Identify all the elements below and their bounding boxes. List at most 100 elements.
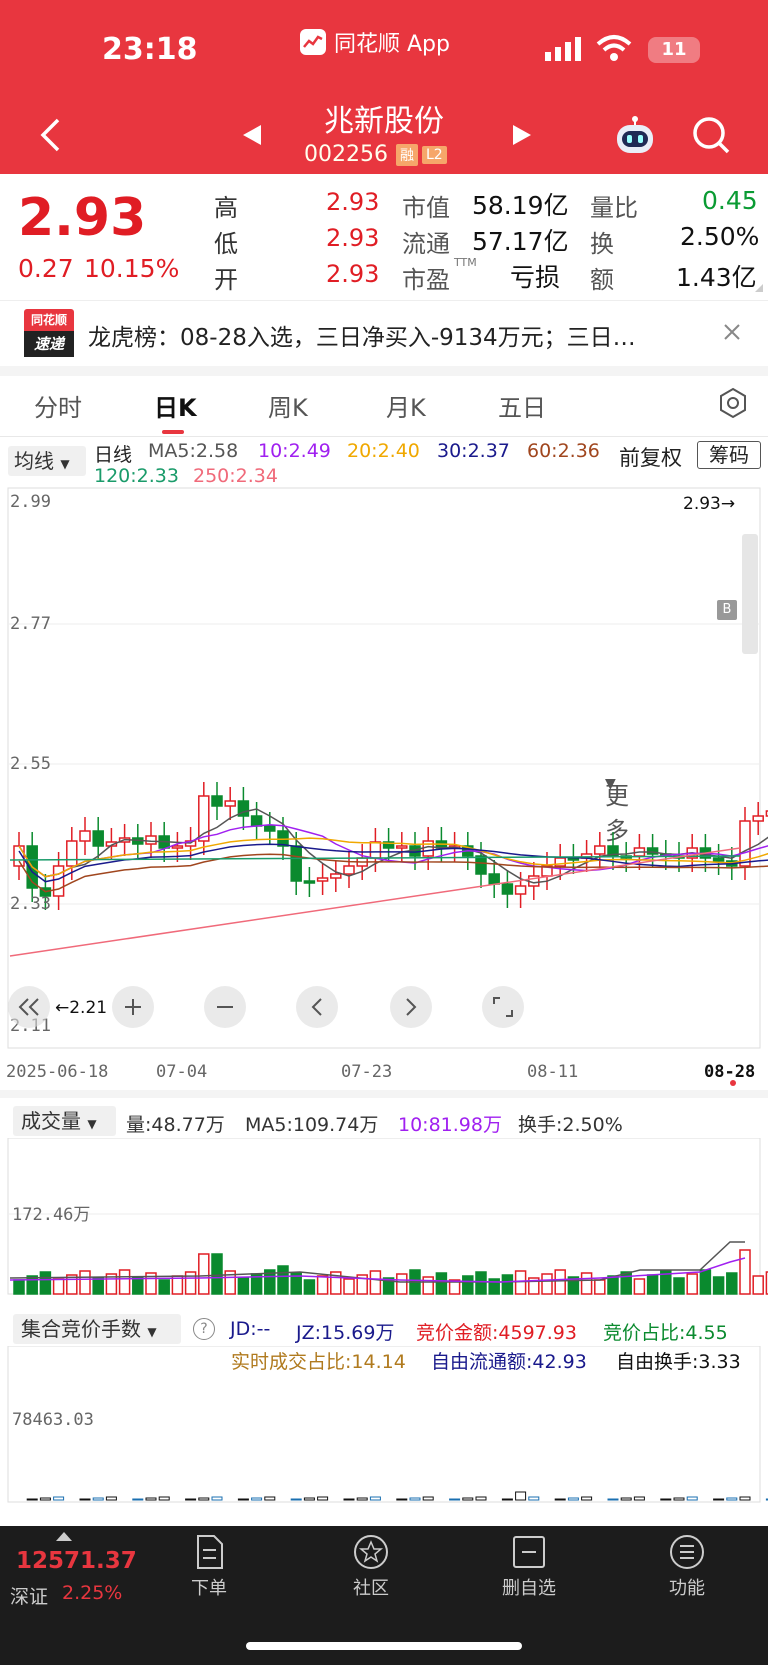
search-icon[interactable] bbox=[688, 112, 734, 158]
price-change: 0.27 bbox=[18, 254, 74, 283]
x-tick-1: 2025-06-18 bbox=[6, 1062, 109, 1082]
auction-bar bbox=[369, 1496, 381, 1501]
float-value: 57.17亿 bbox=[472, 227, 569, 256]
volume-bar bbox=[39, 1271, 52, 1295]
x-tick-4: 08-11 bbox=[527, 1062, 579, 1082]
volume-bar bbox=[580, 1272, 593, 1295]
volume-bar bbox=[118, 1269, 131, 1295]
nav-functions[interactable]: 功能 bbox=[642, 1534, 732, 1600]
auction-bar bbox=[317, 1496, 329, 1501]
ma30-value: 30:2.37 bbox=[437, 440, 510, 462]
nav-remove-watchlist[interactable]: 删自选 bbox=[484, 1534, 574, 1600]
volume-bar bbox=[739, 1249, 751, 1295]
volume-ma5: MA5:109.74万 bbox=[245, 1114, 379, 1136]
next-stock-icon[interactable] bbox=[508, 120, 536, 150]
auction-bar bbox=[686, 1496, 698, 1501]
candle-body bbox=[211, 795, 223, 807]
volume-bar bbox=[712, 1276, 725, 1295]
zoom-in-icon[interactable] bbox=[112, 986, 154, 1028]
home-indicator bbox=[246, 1642, 522, 1650]
chip-button[interactable]: 筹码 bbox=[697, 441, 761, 469]
volume-bar bbox=[277, 1265, 289, 1295]
volume-bar bbox=[13, 1279, 25, 1295]
auction-bar bbox=[79, 1498, 91, 1501]
volume-bar bbox=[237, 1277, 250, 1295]
settings-icon[interactable] bbox=[716, 386, 750, 420]
y-tick-3: 2.55 bbox=[10, 754, 51, 774]
indicator-selector[interactable]: 均线 ▼ bbox=[8, 446, 86, 476]
tab-monthly-k[interactable]: 月K bbox=[386, 388, 426, 423]
ma60-value: 60:2.36 bbox=[527, 440, 600, 462]
robot-assistant-icon[interactable] bbox=[612, 112, 658, 158]
scroll-left-icon[interactable] bbox=[296, 986, 338, 1028]
chevron-down-icon: ▼ bbox=[147, 1325, 157, 1339]
auction-bar bbox=[739, 1496, 751, 1501]
battery-level: 11 bbox=[661, 39, 687, 60]
auction-bar bbox=[633, 1496, 645, 1501]
fullscreen-icon[interactable] bbox=[482, 986, 524, 1028]
scroll-right-icon[interactable] bbox=[390, 986, 432, 1028]
volume-bar bbox=[594, 1279, 606, 1295]
auction-chart[interactable] bbox=[0, 1346, 768, 1504]
auction-bar bbox=[607, 1498, 619, 1501]
auction-jz: JZ:15.69万 bbox=[296, 1322, 395, 1344]
candle-body bbox=[501, 883, 514, 895]
rewind-icon[interactable] bbox=[8, 986, 50, 1028]
news-text[interactable]: 龙虎榜：08-28入选，三日净买入-9134万元；三日… bbox=[88, 318, 708, 352]
open-label: 开 bbox=[214, 266, 238, 294]
volume-bar bbox=[514, 1270, 527, 1295]
tab-intraday[interactable]: 分时 bbox=[34, 388, 82, 423]
nav-order[interactable]: 下单 bbox=[164, 1534, 254, 1600]
auction-selector[interactable]: 集合竞价手数 ▼ bbox=[13, 1314, 181, 1344]
open-value: 2.93 bbox=[326, 260, 380, 288]
volume-bar bbox=[369, 1270, 382, 1295]
volume-bar bbox=[132, 1276, 144, 1295]
index-value[interactable]: 12571.37 bbox=[16, 1548, 137, 1574]
auction-ratio: 竞价占比:4.55 bbox=[603, 1322, 728, 1344]
level2-badge: L2 bbox=[421, 145, 447, 164]
candle-body bbox=[475, 855, 487, 875]
news-logo: 同花顺 速递 bbox=[24, 309, 74, 359]
tab-daily-k[interactable]: 日K bbox=[154, 388, 197, 423]
expand-corner-icon[interactable] bbox=[755, 284, 763, 292]
order-icon bbox=[197, 1535, 223, 1569]
zoom-out-icon[interactable] bbox=[204, 986, 246, 1028]
chart-scrollbar[interactable] bbox=[742, 534, 758, 654]
volume-bar bbox=[726, 1272, 738, 1295]
auction-bar bbox=[251, 1497, 263, 1501]
volume-bar bbox=[699, 1269, 712, 1295]
candle-body bbox=[396, 845, 408, 849]
low-label: 低 bbox=[214, 230, 238, 258]
auction-bar bbox=[462, 1497, 474, 1501]
nav-community[interactable]: 社区 bbox=[326, 1534, 416, 1600]
buy-signal-marker[interactable]: B bbox=[717, 600, 737, 620]
auction-bar bbox=[92, 1497, 104, 1501]
battery-icon: 11 bbox=[648, 37, 700, 63]
candle-body bbox=[752, 815, 764, 822]
volume-bar bbox=[316, 1275, 329, 1295]
volume-ma10: 10:81.98万 bbox=[398, 1114, 502, 1136]
candle-body bbox=[316, 877, 329, 882]
app-logo-icon bbox=[300, 29, 326, 55]
news-logo-bottom: 速递 bbox=[24, 331, 74, 357]
auction-bar bbox=[501, 1498, 513, 1501]
auction-bar bbox=[198, 1497, 210, 1501]
adjust-mode[interactable]: 前复权 bbox=[619, 442, 682, 472]
volume-bar bbox=[462, 1275, 474, 1295]
candle-body bbox=[514, 885, 527, 895]
volume-selector[interactable]: 成交量 ▼ bbox=[13, 1106, 116, 1136]
volume-chart[interactable] bbox=[0, 1138, 768, 1296]
candle-body bbox=[343, 865, 355, 875]
kline-chart[interactable] bbox=[0, 486, 768, 1056]
divider bbox=[0, 1090, 768, 1098]
index-change-pct: 2.25% bbox=[62, 1582, 123, 1604]
close-icon[interactable] bbox=[718, 318, 746, 346]
tab-weekly-k[interactable]: 周K bbox=[268, 388, 308, 423]
help-icon[interactable]: ? bbox=[193, 1318, 215, 1340]
auction-bar bbox=[264, 1496, 276, 1501]
tab-divider bbox=[0, 436, 768, 437]
status-time: 23:18 bbox=[102, 32, 198, 67]
tab-five-day[interactable]: 五日 bbox=[498, 388, 546, 423]
volume-bar bbox=[26, 1275, 38, 1295]
high-value: 2.93 bbox=[326, 188, 380, 216]
